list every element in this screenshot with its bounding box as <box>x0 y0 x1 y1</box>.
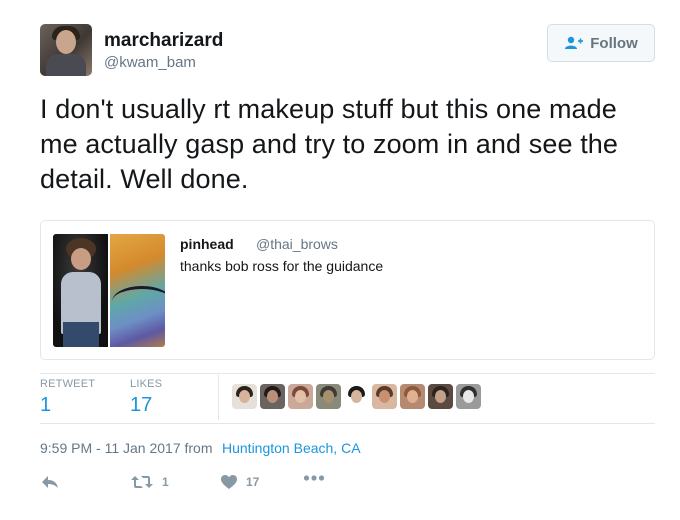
like-button[interactable]: 17 <box>220 474 259 490</box>
liker-avatar[interactable] <box>456 384 481 409</box>
quoted-text: thanks bob ross for the guidance <box>180 258 384 274</box>
liker-avatar[interactable] <box>288 384 313 409</box>
stats-vertical-divider <box>218 375 219 420</box>
follow-button-label: Follow <box>590 34 638 52</box>
follow-button[interactable]: Follow <box>547 24 655 62</box>
liker-avatar[interactable] <box>400 384 425 409</box>
liker-avatar[interactable] <box>316 384 341 409</box>
more-button[interactable] <box>303 474 325 482</box>
reply-button[interactable] <box>40 474 60 490</box>
retweet-icon <box>130 474 154 490</box>
like-action-count: 17 <box>246 475 260 489</box>
avatar-face <box>56 30 76 54</box>
likes-label: LIKES <box>130 378 163 390</box>
tweet-text: I don't usually rt makeup stuff but this… <box>40 94 619 194</box>
quoted-handle[interactable]: @thai_brows <box>256 236 338 252</box>
retweets-count[interactable]: 1 <box>40 394 51 417</box>
heart-icon <box>220 474 238 490</box>
avatar-body <box>46 54 86 76</box>
retweets-label: RETWEET <box>40 378 96 390</box>
liker-avatar[interactable] <box>260 384 285 409</box>
stats-top-divider <box>40 373 655 374</box>
media-photo-eye-makeup <box>110 234 165 347</box>
follow-person-plus-icon <box>564 36 584 50</box>
quoted-tweet-media[interactable] <box>53 234 165 347</box>
tweet-timestamp[interactable]: 9:59 PM - 11 Jan 2017 from <box>40 440 213 456</box>
retweet-button[interactable]: 1 <box>130 474 169 490</box>
reply-icon <box>40 474 60 490</box>
likes-count[interactable]: 17 <box>130 394 152 417</box>
liker-avatar[interactable] <box>344 384 369 409</box>
media-photo-painter <box>53 234 108 347</box>
author-handle[interactable]: @kwam_bam <box>104 54 196 71</box>
tweet-location[interactable]: Huntington Beach, CA <box>222 440 361 456</box>
stats-bottom-divider <box>40 423 655 424</box>
more-dots-icon <box>303 474 325 482</box>
liker-avatar[interactable] <box>428 384 453 409</box>
author-avatar[interactable] <box>40 24 92 76</box>
quoted-display-name[interactable]: pinhead <box>180 236 234 252</box>
quoted-tweet-card[interactable]: pinhead @thai_brows thanks bob ross for … <box>40 220 655 360</box>
likers-avatar-row <box>232 384 481 409</box>
retweet-action-count: 1 <box>162 475 169 489</box>
author-display-name[interactable]: marcharizard <box>104 30 223 52</box>
liker-avatar[interactable] <box>232 384 257 409</box>
liker-avatar[interactable] <box>372 384 397 409</box>
